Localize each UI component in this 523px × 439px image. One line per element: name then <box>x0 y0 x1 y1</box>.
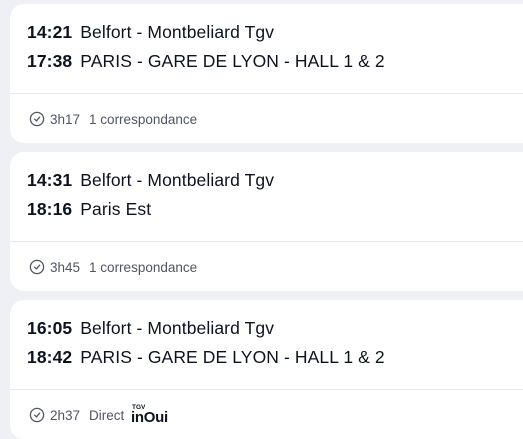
arrival-station: PARIS - GARE DE LYON - HALL 1 & 2 <box>80 347 385 367</box>
departure-row: 14:21 Belfort - Montbeliard Tgv <box>27 21 274 43</box>
journey-connections: 1 correspondance <box>89 111 198 127</box>
journey-card[interactable]: 14:21 Belfort - Montbeliard Tgv 17:38 PARI… <box>10 4 523 143</box>
journey-duration: 3h45 <box>50 259 81 275</box>
arrival-station: Paris Est <box>80 199 152 219</box>
departure-row: 14:31 Belfort - Montbeliard Tgv <box>27 169 274 191</box>
arrival-row: 18:42 PARIS - GARE DE LYON - HALL 1 & 2 <box>27 346 385 368</box>
card-divider <box>10 241 523 242</box>
arrival-station: PARIS - GARE DE LYON - HALL 1 & 2 <box>80 51 385 71</box>
departure-time: 16:05 <box>27 318 73 338</box>
departure-station: Belfort - Montbeliard Tgv <box>80 170 275 190</box>
clock-icon <box>29 111 45 127</box>
journey-card[interactable]: 14:31 Belfort - Montbeliard Tgv 18:16 Pari… <box>10 152 523 291</box>
journey-summary: 3h17 1 correspondance <box>29 110 197 128</box>
clock-icon <box>29 259 45 275</box>
journey-duration: 3h17 <box>50 111 81 127</box>
journey-card[interactable]: 16:05 Belfort - Montbeliard Tgv 18:42 PARI… <box>10 300 523 439</box>
arrival-time: 18:42 <box>27 347 73 367</box>
arrival-time: 18:16 <box>27 199 73 219</box>
arrival-time: 17:38 <box>27 51 73 71</box>
tgv-inoui-logo: TGV inOui <box>130 402 176 424</box>
journey-summary: 2h37 Direct TGV inOui <box>29 404 176 424</box>
journey-connections: 1 correspondance <box>89 259 198 275</box>
departure-station: Belfort - Montbeliard Tgv <box>80 318 275 338</box>
brand-main-text: inOui <box>131 409 168 424</box>
journey-connections: Direct <box>89 407 125 423</box>
departure-row: 16:05 Belfort - Montbeliard Tgv <box>27 317 274 339</box>
arrival-row: 18:16 Paris Est <box>27 198 151 220</box>
card-divider <box>10 389 523 390</box>
departure-station: Belfort - Montbeliard Tgv <box>80 22 275 42</box>
journey-duration: 2h37 <box>50 407 81 423</box>
card-divider <box>10 93 523 94</box>
departure-time: 14:21 <box>27 22 73 42</box>
clock-icon <box>29 407 45 423</box>
journey-summary: 3h45 1 correspondance <box>29 258 197 276</box>
arrival-row: 17:38 PARIS - GARE DE LYON - HALL 1 & 2 <box>27 50 385 72</box>
departure-time: 14:31 <box>27 170 73 190</box>
